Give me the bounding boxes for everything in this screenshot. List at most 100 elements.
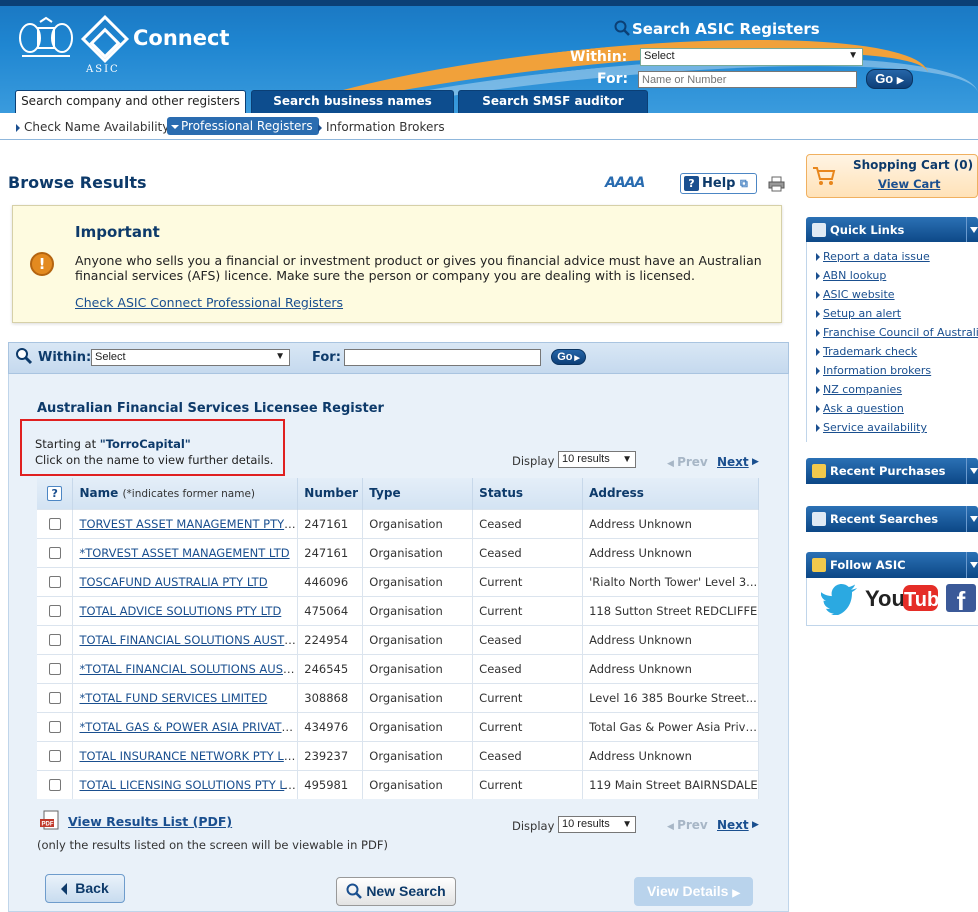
chevron-down-icon[interactable] bbox=[966, 506, 978, 532]
play-arrow-icon: ▶ bbox=[572, 355, 580, 362]
row-checkbox[interactable] bbox=[48, 518, 61, 530]
cell-type: Organisation bbox=[362, 624, 474, 654]
column-help[interactable]: ? bbox=[37, 478, 74, 509]
logo-text: Connect bbox=[133, 26, 230, 50]
cell-status: Ceased bbox=[472, 537, 584, 567]
cell-address: Total Gas & Power Asia Private bbox=[582, 711, 759, 741]
prev-button-bottom[interactable]: ◀ Prev bbox=[667, 818, 708, 832]
quick-link[interactable]: Franchise Council of Australia bbox=[816, 326, 978, 339]
triangle-right-icon bbox=[318, 123, 322, 132]
row-checkbox[interactable] bbox=[48, 634, 61, 646]
subnav-professional-registers[interactable]: Professional Registers bbox=[167, 117, 319, 135]
quick-link[interactable]: ABN lookup bbox=[816, 269, 886, 282]
chevron-down-icon[interactable] bbox=[966, 217, 978, 243]
youtube-icon[interactable]: You Tube bbox=[865, 582, 939, 614]
follow-asic-title: Follow ASIC bbox=[830, 558, 906, 572]
display-select-bottom[interactable]: 10 results ▼ bbox=[558, 816, 636, 833]
header-within-select[interactable]: Select ▼ bbox=[640, 48, 863, 66]
site-header: Connect ASIC Search ASIC Registers Withi… bbox=[0, 0, 978, 113]
recent-searches-header[interactable]: Recent Searches bbox=[806, 506, 978, 532]
quick-link[interactable]: NZ companies bbox=[816, 383, 902, 396]
subnav-professional-registers-label: Professional Registers bbox=[181, 119, 313, 133]
row-select-cell bbox=[37, 624, 74, 654]
tab-search-smsf-auditor[interactable]: Search SMSF auditor register bbox=[458, 90, 648, 113]
starting-prefix: Starting at bbox=[35, 437, 97, 451]
cell-name: *TOTAL FUND SERVICES LIMITED bbox=[72, 682, 299, 712]
view-cart-link[interactable]: View Cart bbox=[878, 177, 940, 191]
view-details-button[interactable]: View Details ▶ bbox=[634, 877, 753, 906]
view-results-pdf-link[interactable]: View Results List (PDF) bbox=[68, 814, 232, 829]
display-select-top[interactable]: 10 results ▼ bbox=[558, 451, 636, 468]
display-label-top: Display bbox=[512, 454, 555, 468]
next-label-bottom: Next bbox=[717, 818, 749, 832]
licensee-name-link[interactable]: TOTAL LICENSING SOLUTIONS PTY LTD bbox=[79, 778, 296, 792]
warning-icon: ! bbox=[30, 252, 54, 276]
licensee-name-link[interactable]: TORVEST ASSET MANAGEMENT PTY LTD bbox=[79, 517, 296, 531]
row-checkbox[interactable] bbox=[48, 663, 61, 675]
recent-purchases-header[interactable]: Recent Purchases bbox=[806, 458, 978, 484]
quick-links-header[interactable]: Quick Links bbox=[806, 217, 978, 243]
prev-button-top[interactable]: ◀ Prev bbox=[667, 455, 708, 469]
column-name-label: Name bbox=[79, 486, 119, 501]
table-row: *TOTAL FINANCIAL SOLUTIONS AUSTRALIA2465… bbox=[37, 653, 759, 683]
tab-search-company[interactable]: Search company and other registers bbox=[15, 90, 246, 113]
register-search-input[interactable] bbox=[344, 349, 541, 366]
register-within-select[interactable]: Select ▼ bbox=[91, 349, 290, 366]
quick-link[interactable]: Trademark check bbox=[816, 345, 917, 358]
tab-search-business-names[interactable]: Search business names register bbox=[251, 90, 454, 113]
row-checkbox[interactable] bbox=[48, 576, 61, 588]
asic-logo-icon bbox=[80, 14, 130, 64]
table-row: TOTAL LICENSING SOLUTIONS PTY LTD 495981 O… bbox=[37, 769, 759, 799]
licensee-name-link[interactable]: *TORVEST ASSET MANAGEMENT LTD bbox=[79, 546, 289, 560]
chevron-down-icon[interactable] bbox=[966, 552, 978, 578]
quick-link[interactable]: Service availability bbox=[816, 421, 927, 434]
back-button[interactable]: Back bbox=[45, 874, 125, 903]
row-checkbox[interactable] bbox=[48, 547, 61, 559]
quick-link[interactable]: Ask a question bbox=[816, 402, 904, 415]
quick-link[interactable]: Setup an alert bbox=[816, 307, 901, 320]
play-arrow-icon: ▶ bbox=[732, 888, 741, 899]
header-search-input[interactable] bbox=[638, 71, 857, 88]
licensee-name-link[interactable]: *TOTAL FUND SERVICES LIMITED bbox=[79, 691, 267, 705]
cell-type: Organisation bbox=[362, 711, 474, 741]
subnav-check-name[interactable]: Check Name Availability bbox=[16, 120, 169, 134]
check-registers-link[interactable]: Check ASIC Connect Professional Register… bbox=[75, 295, 343, 310]
cell-status: Ceased bbox=[472, 508, 584, 538]
twitter-icon[interactable] bbox=[821, 583, 859, 615]
cell-type: Organisation bbox=[362, 769, 474, 799]
row-checkbox[interactable] bbox=[48, 750, 61, 762]
quick-link[interactable]: Report a data issue bbox=[816, 250, 930, 263]
follow-asic-header[interactable]: Follow ASIC bbox=[806, 552, 978, 578]
cell-number: 239237 bbox=[297, 740, 364, 770]
quick-link[interactable]: ASIC website bbox=[816, 288, 895, 301]
help-button[interactable]: ? Help ⧉ bbox=[680, 173, 757, 194]
row-select-cell bbox=[37, 682, 74, 712]
quick-link[interactable]: Information brokers bbox=[816, 364, 931, 377]
chevron-down-icon[interactable] bbox=[966, 458, 978, 484]
licensee-name-link[interactable]: *TOTAL FINANCIAL SOLUTIONS AUSTRALIA bbox=[79, 662, 296, 676]
facebook-icon[interactable]: f bbox=[946, 584, 976, 612]
row-checkbox[interactable] bbox=[48, 692, 61, 704]
row-select-cell bbox=[37, 537, 74, 567]
next-button-bottom[interactable]: Next bbox=[717, 818, 749, 832]
table-header-row: ? Name (*indicates former name) Number T… bbox=[37, 478, 759, 509]
print-icon[interactable] bbox=[768, 176, 785, 192]
next-button-top[interactable]: Next bbox=[717, 455, 749, 469]
register-go-button[interactable]: Go ▶ bbox=[551, 349, 586, 365]
licensee-name-link[interactable]: TOTAL ADVICE SOLUTIONS PTY LTD bbox=[79, 604, 281, 618]
cell-type: Organisation bbox=[362, 537, 474, 567]
licensee-name-link[interactable]: TOTAL INSURANCE NETWORK PTY LIMITED bbox=[79, 749, 296, 763]
licensee-name-link[interactable]: *TOTAL GAS & POWER ASIA PRIVATE LTD bbox=[79, 720, 296, 734]
row-checkbox[interactable] bbox=[48, 605, 61, 617]
help-icon[interactable]: ? bbox=[47, 485, 63, 501]
header-go-button[interactable]: Go ▶ bbox=[866, 69, 913, 89]
subnav-information-brokers[interactable]: Information Brokers bbox=[318, 120, 445, 134]
cell-type: Organisation bbox=[362, 595, 474, 625]
licensee-name-link[interactable]: TOSCAFUND AUSTRALIA PTY LTD bbox=[79, 575, 267, 589]
font-size-control[interactable]: AAAA bbox=[605, 175, 645, 191]
row-checkbox[interactable] bbox=[48, 721, 61, 733]
row-checkbox[interactable] bbox=[48, 779, 61, 792]
licensee-name-link[interactable]: TOTAL FINANCIAL SOLUTIONS AUSTRALIA bbox=[79, 633, 296, 647]
new-search-button[interactable]: New Search bbox=[336, 877, 456, 906]
back-label: Back bbox=[75, 880, 109, 896]
